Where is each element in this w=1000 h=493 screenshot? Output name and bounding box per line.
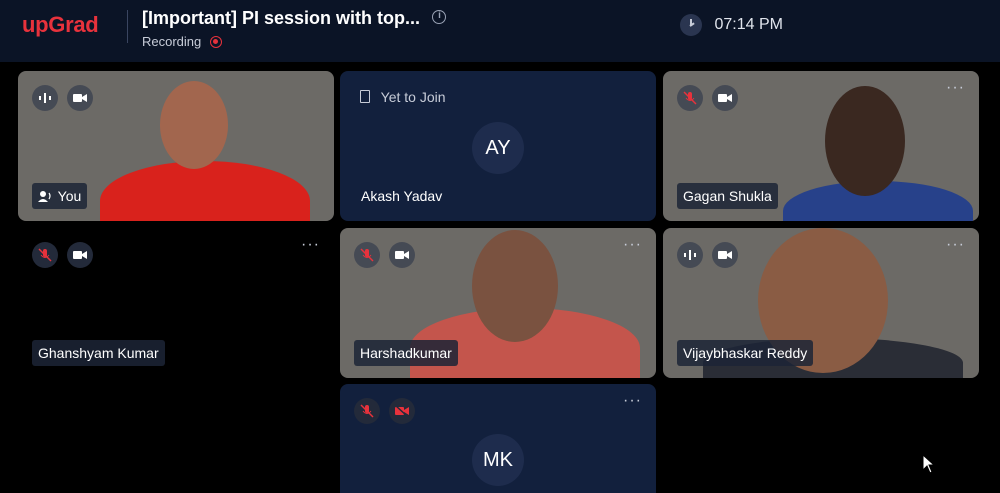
recording-icon	[209, 36, 222, 48]
avatar: AY	[472, 122, 524, 174]
participant-name-label: You	[57, 188, 82, 204]
mouse-cursor-icon	[922, 454, 936, 474]
participant-face	[160, 81, 228, 169]
speaker-icon	[38, 184, 51, 202]
clock-icon	[680, 14, 702, 36]
participant-name: Ghanshyam Kumar	[32, 340, 165, 366]
audio-active-icon[interactable]	[677, 242, 703, 268]
camera-icon[interactable]	[389, 242, 416, 268]
participant-tile-you[interactable]: You	[18, 71, 334, 221]
tile-controls	[354, 242, 420, 273]
session-clock: 07:14 PM	[680, 14, 783, 36]
participant-name: You	[32, 183, 88, 209]
upgrad-logo: upGrad	[22, 12, 99, 37]
camera-icon[interactable]	[67, 85, 94, 111]
mic-muted-icon[interactable]	[32, 242, 58, 268]
recording-label: Recording	[142, 34, 202, 49]
tile-controls	[677, 85, 743, 116]
audio-active-icon[interactable]	[32, 85, 58, 111]
mic-muted-icon[interactable]	[677, 85, 703, 111]
join-status-label: Yet to Join	[380, 89, 446, 105]
participant-tile-vijay[interactable]: ··· Vijaybhaskar Reddy	[663, 228, 979, 378]
participant-tile-harshad[interactable]: ··· Harshadkumar	[340, 228, 656, 378]
join-status: Yet to Join	[360, 89, 446, 105]
participant-tile-gagan[interactable]: ··· Gagan Shukla	[663, 71, 979, 221]
more-options-icon[interactable]: ···	[623, 236, 642, 254]
tile-controls	[677, 242, 743, 273]
info-icon[interactable]	[432, 9, 447, 24]
participant-tile-mk[interactable]: ··· MK	[340, 384, 656, 493]
more-options-icon[interactable]: ···	[623, 392, 642, 410]
avatar: MK	[472, 434, 524, 486]
participant-face	[825, 86, 905, 196]
session-title-block: [Important] PI session with top... Recor…	[142, 8, 447, 49]
camera-icon[interactable]	[712, 242, 739, 268]
yet-to-join-icon	[360, 90, 370, 103]
participant-tile-ghanshyam[interactable]: ··· Ghanshyam Kumar	[18, 228, 334, 378]
more-options-icon[interactable]: ···	[946, 236, 965, 254]
session-title: [Important] PI session with top...	[142, 8, 421, 28]
participant-name: Vijaybhaskar Reddy	[677, 340, 814, 366]
top-bar: upGrad [Important] PI session with top..…	[0, 0, 1000, 62]
participant-video	[100, 161, 310, 221]
camera-icon[interactable]	[712, 85, 739, 111]
clock-time: 07:14 PM	[714, 16, 783, 33]
tile-controls	[32, 242, 98, 273]
mic-muted-icon[interactable]	[354, 398, 380, 424]
participant-face	[472, 230, 558, 342]
participant-tile-akash[interactable]: Yet to Join AY Akash Yadav	[340, 71, 656, 221]
participant-name: Akash Yadav	[361, 188, 443, 204]
participant-name: Harshadkumar	[354, 340, 458, 366]
participant-name: Gagan Shukla	[677, 183, 778, 209]
more-options-icon[interactable]: ···	[301, 236, 320, 254]
camera-icon[interactable]	[67, 242, 94, 268]
mic-muted-icon[interactable]	[354, 242, 380, 268]
tile-controls	[354, 398, 420, 429]
more-options-icon[interactable]: ···	[946, 79, 965, 97]
recording-status: Recording	[142, 34, 446, 49]
header-divider	[127, 10, 128, 43]
tile-controls	[32, 85, 98, 116]
camera-off-icon[interactable]	[389, 398, 416, 424]
